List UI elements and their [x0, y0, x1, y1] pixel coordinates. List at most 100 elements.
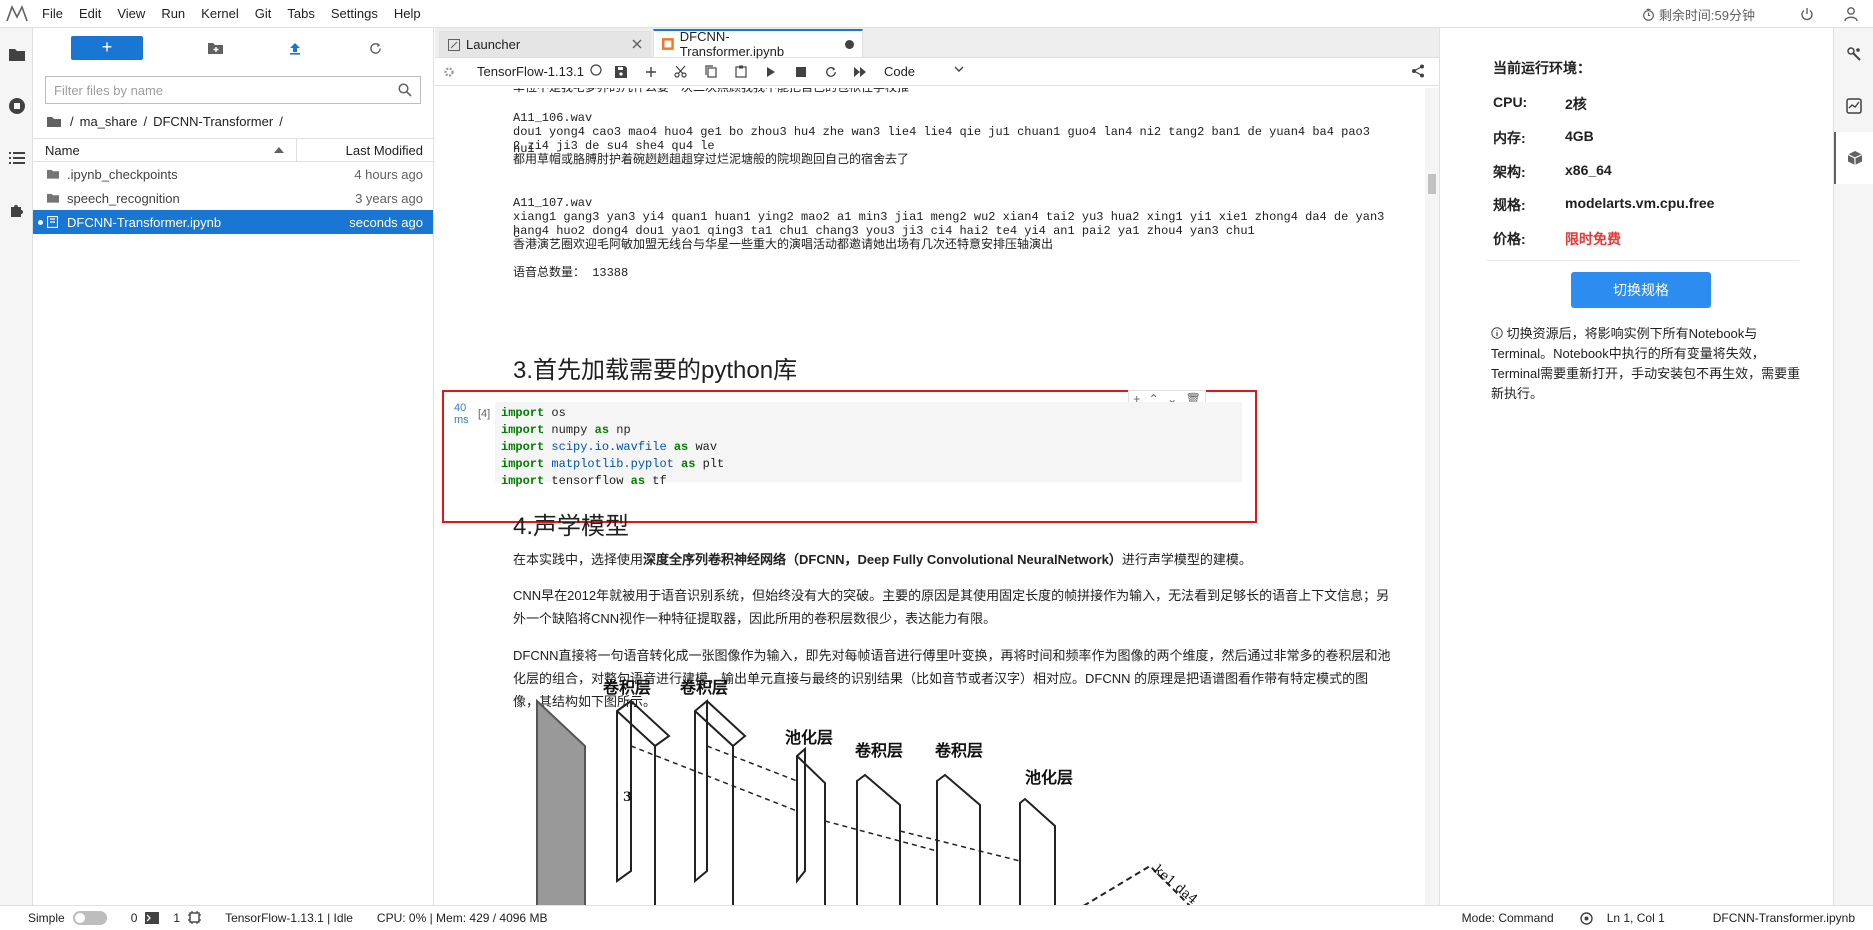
running-icon[interactable]: [0, 80, 33, 132]
timer-text: 剩余时间:59分钟: [1658, 7, 1755, 23]
notebook-file-icon: [662, 38, 674, 50]
diagram-label: 池化层: [785, 728, 833, 747]
tab-label: DFCNN-Transformer.ipynb: [679, 29, 785, 59]
scrollbar-thumb[interactable]: [1428, 174, 1436, 194]
menu-bar: File Edit View Run Kernel Git Tabs Setti…: [0, 0, 1873, 28]
shield-icon: [1580, 911, 1593, 925]
unsaved-dot-icon[interactable]: [845, 39, 854, 49]
kernel-status[interactable]: TensorFlow-1.13.1 | Idle: [225, 911, 353, 925]
close-icon[interactable]: [632, 37, 642, 52]
env-title: 当前运行环境：: [1493, 60, 1591, 76]
toggle-switch[interactable]: [72, 910, 107, 925]
breadcrumb-sep: /: [143, 113, 148, 129]
output-total: 语音总数量： 13388: [513, 266, 629, 280]
breadcrumb-ma-share[interactable]: ma_share: [80, 114, 138, 129]
filter-input[interactable]: [54, 82, 394, 98]
breadcrumb-dfcnn[interactable]: DFCNN-Transformer: [153, 114, 273, 129]
file-modified: 3 years ago: [355, 190, 423, 206]
paragraph-2: CNN早在2012年就被用于语音识别系统，但始终没有大的突破。主要的原因是其使用…: [513, 588, 1390, 626]
cursor-position[interactable]: Ln 1, Col 1: [1607, 911, 1665, 925]
monitor-icon[interactable]: [1834, 80, 1873, 132]
info-icon: [1491, 327, 1503, 339]
output-line: 单位不是我宅夢养的凡什么要一次二次照顾我我不能把自己的包袱往学校推: [513, 88, 910, 95]
run-icon[interactable]: [756, 66, 786, 78]
menu-help[interactable]: Help: [386, 0, 429, 28]
file-list-header: Name Last Modified: [33, 138, 433, 162]
right-sidebar: [1833, 28, 1873, 905]
cut-icon[interactable]: [666, 65, 696, 78]
name-column-header[interactable]: Name: [33, 138, 297, 162]
filter-box: [45, 76, 421, 104]
menu-tabs[interactable]: Tabs: [279, 0, 322, 28]
menu-edit[interactable]: Edit: [71, 0, 109, 28]
diagram-label: 池化层: [1025, 768, 1073, 787]
divider: [1487, 260, 1799, 261]
code-line: import tensorflow as tf: [501, 474, 667, 488]
resource-cube-icon[interactable]: [1834, 132, 1873, 184]
share-icon[interactable]: [1411, 64, 1425, 81]
cell-type-select[interactable]: Code: [884, 64, 964, 79]
tab-notebook[interactable]: DFCNN-Transformer.ipynb: [653, 29, 863, 59]
notebook-scrollbar[interactable]: [1425, 88, 1439, 905]
file-row-checkpoints[interactable]: .ipynb_checkpoints 4 hours ago: [33, 162, 433, 186]
kernel-name[interactable]: TensorFlow-1.13.1: [477, 64, 584, 79]
refresh-icon[interactable]: [363, 36, 387, 60]
save-icon[interactable]: [606, 65, 636, 78]
notebook-icon: [47, 216, 59, 228]
add-cell-icon[interactable]: [636, 66, 666, 78]
copy-icon[interactable]: [696, 65, 726, 78]
file-row-speech-recognition[interactable]: speech_recognition 3 years ago: [33, 186, 433, 210]
folder-icon[interactable]: [47, 116, 61, 127]
new-folder-icon[interactable]: [203, 36, 227, 60]
new-launcher-button[interactable]: +: [71, 36, 143, 60]
breadcrumb-sep: /: [70, 113, 74, 129]
menu-run[interactable]: Run: [153, 0, 193, 28]
env-row-price: 价格: 限时免费: [1493, 231, 1621, 247]
upload-icon[interactable]: [283, 36, 307, 60]
file-name: speech_recognition: [67, 190, 180, 206]
tab-label: Launcher: [466, 37, 521, 52]
fast-forward-icon[interactable]: [846, 66, 876, 77]
tab-launcher[interactable]: Launcher: [439, 31, 651, 57]
toc-icon[interactable]: [0, 132, 33, 184]
menu-kernel[interactable]: Kernel: [193, 0, 247, 28]
user-icon[interactable]: [1829, 0, 1873, 28]
stop-icon[interactable]: [786, 66, 816, 77]
env-row-spec: 规格: modelarts.vm.cpu.free: [1493, 195, 1715, 213]
folder-icon: [47, 169, 59, 179]
code-editor[interactable]: import os import numpy as np import scip…: [495, 402, 1242, 488]
paste-icon[interactable]: [726, 65, 756, 78]
extension-icon[interactable]: [0, 184, 33, 236]
gear-icon[interactable]: [443, 66, 459, 78]
folder-icon[interactable]: [0, 28, 33, 80]
menu-settings[interactable]: Settings: [323, 0, 386, 28]
power-icon[interactable]: [1785, 0, 1829, 28]
menu-git[interactable]: Git: [247, 0, 280, 28]
status-bar: Simple 0 1 TensorFlow-1.13.1 | Idle CPU:…: [0, 905, 1873, 929]
restart-icon[interactable]: [816, 66, 846, 78]
folder-icon: [47, 193, 59, 203]
file-row-notebook[interactable]: DFCNN-Transformer.ipynb seconds ago: [33, 210, 433, 234]
menu-view[interactable]: View: [109, 0, 153, 28]
environment-panel: 当前运行环境： CPU: 2核 内存: 4GB 架构: x86_64 规格: model…: [1440, 28, 1833, 905]
name-header-label: Name: [45, 142, 80, 158]
kernels-count[interactable]: 1: [173, 911, 202, 925]
dfcnn-diagram-image: 卷积层 卷积层 池化层 卷积层 卷积层 池化层 3 ke1 da4: [536, 678, 1200, 905]
menu-file[interactable]: File: [34, 0, 71, 28]
cell-type-value: Code: [883, 64, 916, 79]
file-modified: 4 hours ago: [354, 166, 423, 182]
simple-mode-toggle[interactable]: Simple: [28, 910, 107, 925]
jupyter-logo-icon: [0, 0, 34, 28]
launcher-icon: [448, 38, 460, 51]
modified-column-header[interactable]: Last Modified: [297, 143, 433, 158]
terminal-icon: [145, 911, 160, 924]
diagram-label: 卷积层: [679, 678, 728, 697]
terminals-count[interactable]: 0: [131, 911, 160, 925]
kernel-status-icon: [590, 64, 606, 79]
property-inspector-icon[interactable]: [1834, 28, 1873, 80]
switch-spec-button[interactable]: 切换规格: [1571, 272, 1711, 308]
code-cell[interactable]: 40 ms [4] + ⌃ ⌄ 🗑 import os import numpy…: [442, 390, 1257, 523]
tab-bar: Launcher DFCNN-Transformer.ipynb: [435, 28, 1439, 59]
breadcrumb: / ma_share / DFCNN-Transformer /: [33, 104, 433, 138]
running-dot: [38, 220, 43, 225]
